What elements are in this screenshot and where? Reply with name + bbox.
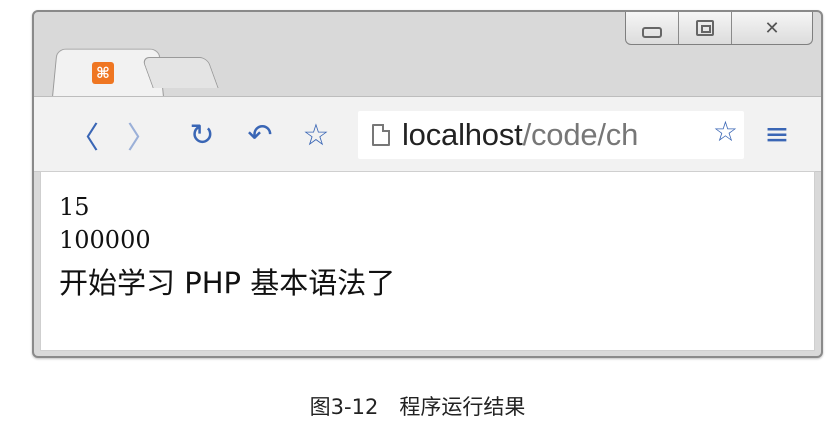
menu-icon[interactable]: ≡ xyxy=(764,117,790,153)
reload-button[interactable]: ↻ xyxy=(182,115,222,155)
bookmark-star-icon[interactable]: ☆ xyxy=(296,115,336,155)
bookmark-page-star-icon[interactable]: ☆ xyxy=(710,115,738,148)
close-button[interactable]: ✕ xyxy=(732,12,812,44)
url-host: localhost xyxy=(402,117,523,152)
url-path: /code/ch xyxy=(522,117,639,152)
output-line: 100000 xyxy=(59,226,151,254)
back-button[interactable]: 〈 xyxy=(64,115,104,156)
maximize-icon xyxy=(696,20,714,36)
close-icon: ✕ xyxy=(764,17,780,39)
output-line: 开始学习 PHP 基本语法了 xyxy=(59,266,396,300)
toolbar: 〈 〉 ↻ ↶ ☆ localhost/code/ch ☆ ≡ xyxy=(34,96,821,172)
window-controls: ✕ xyxy=(625,12,813,45)
undo-button[interactable]: ↶ xyxy=(240,115,280,155)
new-tab-button[interactable] xyxy=(141,57,219,88)
page-content: 15 100000 开始学习 PHP 基本语法了 xyxy=(40,171,815,351)
output-line: 15 xyxy=(59,193,90,221)
maximize-button[interactable] xyxy=(679,12,732,44)
address-bar[interactable]: localhost/code/ch ☆ xyxy=(358,111,744,159)
url-text: localhost/code/ch xyxy=(402,117,638,153)
forward-button[interactable]: 〉 xyxy=(122,115,162,156)
figure-caption: 图3-12 程序运行结果 xyxy=(309,395,526,419)
xampp-favicon-icon: ⌘ xyxy=(92,62,114,84)
browser-window: ✕ ⌘ 〈 〉 ↻ ↶ ☆ localhost/code/ch ☆ ≡ 15 1… xyxy=(32,10,823,358)
page-icon xyxy=(372,124,390,146)
minimize-button[interactable] xyxy=(626,12,679,44)
minimize-icon xyxy=(642,26,662,38)
